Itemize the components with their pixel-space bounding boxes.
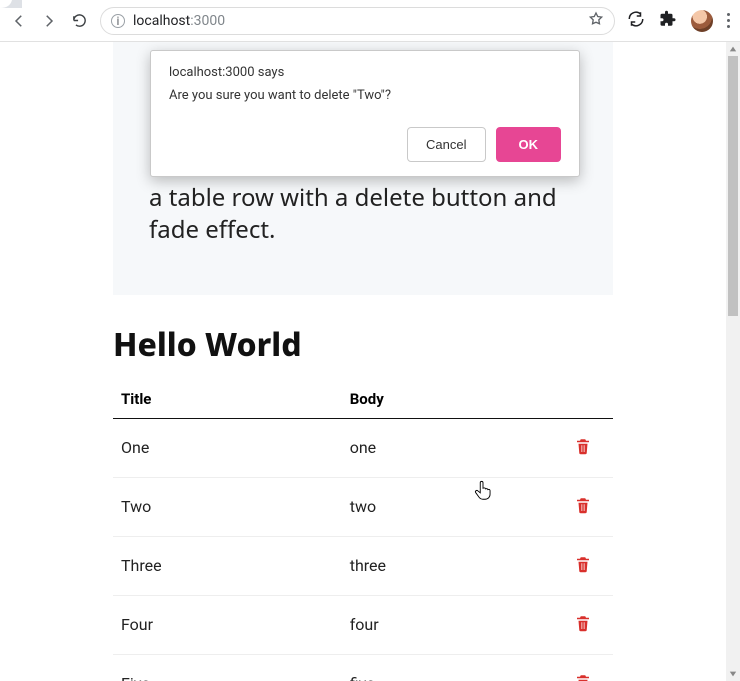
url-text: localhost:3000 <box>133 13 225 29</box>
cell-title: One <box>113 418 342 477</box>
intro-text: a table row with a delete button and fad… <box>149 182 577 247</box>
delete-button[interactable] <box>574 496 592 514</box>
cell-body: five <box>342 654 553 681</box>
table-row: Oneone <box>113 418 613 477</box>
delete-button[interactable] <box>574 555 592 573</box>
cell-title: Five <box>113 654 342 681</box>
table-row: Fourfour <box>113 595 613 654</box>
delete-button[interactable] <box>574 614 592 632</box>
address-bar[interactable]: i localhost:3000 <box>100 7 615 35</box>
cell-body: four <box>342 595 553 654</box>
confirm-dialog: localhost:3000 says Are you sure you wan… <box>150 50 580 177</box>
tab-edge <box>0 0 22 8</box>
col-title: Title <box>113 378 342 419</box>
table-row: Twotwo <box>113 477 613 536</box>
cell-title: Two <box>113 477 342 536</box>
cancel-button[interactable]: Cancel <box>407 127 485 162</box>
cell-title: Four <box>113 595 342 654</box>
col-action <box>553 378 613 419</box>
table-row: Threethree <box>113 536 613 595</box>
info-icon[interactable]: i <box>111 14 125 28</box>
browser-toolbar: i localhost:3000 <box>0 0 740 42</box>
scroll-down-arrow[interactable] <box>726 667 740 681</box>
extensions-icon[interactable] <box>659 10 677 32</box>
data-table: Title Body OneoneTwotwoThreethreeFourfou… <box>113 378 613 681</box>
toolbar-right <box>627 10 730 32</box>
sync-icon[interactable] <box>627 10 645 32</box>
star-icon[interactable] <box>588 11 604 31</box>
ok-button[interactable]: OK <box>496 127 562 162</box>
dialog-message: Are you sure you want to delete "Two"? <box>169 88 561 103</box>
scroll-up-arrow[interactable] <box>726 42 740 56</box>
page-title: Hello World <box>113 323 613 366</box>
dialog-title: localhost:3000 says <box>169 65 561 80</box>
cursor-pointer <box>472 480 494 502</box>
vertical-scrollbar[interactable] <box>726 42 740 681</box>
cell-body: one <box>342 418 553 477</box>
table-row: Fivefive <box>113 654 613 681</box>
delete-button[interactable] <box>574 437 592 455</box>
cell-body: three <box>342 536 553 595</box>
col-body: Body <box>342 378 553 419</box>
reload-button[interactable] <box>70 12 88 30</box>
cell-body: two <box>342 477 553 536</box>
browser-menu-button[interactable] <box>727 13 730 28</box>
profile-avatar[interactable] <box>691 10 713 32</box>
cell-title: Three <box>113 536 342 595</box>
forward-button[interactable] <box>40 12 58 30</box>
delete-button[interactable] <box>574 673 592 681</box>
back-button[interactable] <box>10 12 28 30</box>
scroll-thumb[interactable] <box>728 56 738 316</box>
